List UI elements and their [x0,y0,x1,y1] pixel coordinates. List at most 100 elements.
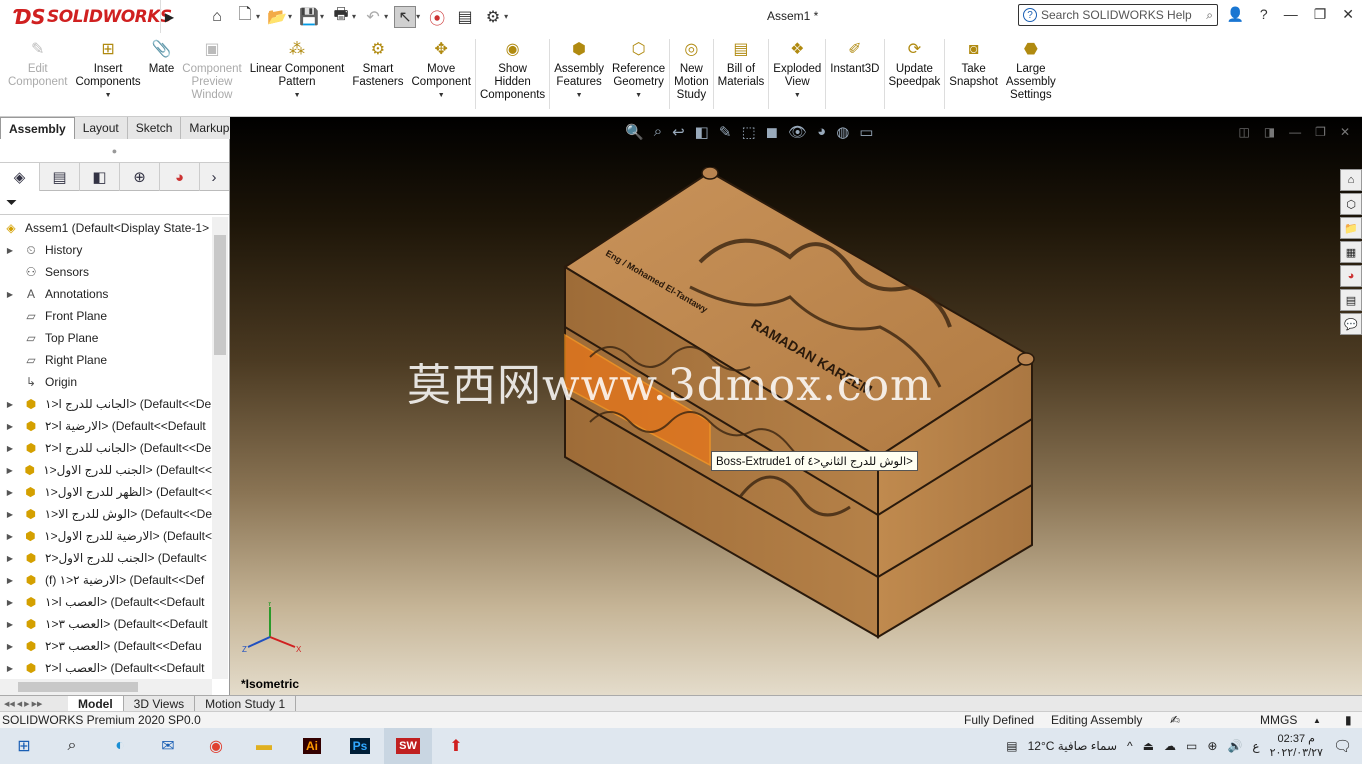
apply-scene-icon[interactable]: ◍ [836,123,849,141]
viewport-close-icon[interactable]: ✕ [1340,125,1350,139]
tree-item[interactable]: ▶ ⬢ الارضية ا<٢> (Default<<Default [0,415,212,437]
clock[interactable]: 02:37 م ٢٠٢٢/٠٣/٢٧ [1270,732,1323,760]
new-dropdown-icon[interactable]: ▾ [256,12,260,21]
tab-layout[interactable]: Layout [74,117,128,139]
units-dropdown-icon[interactable]: ▲ [1313,716,1321,725]
custom-properties-icon[interactable]: ▤ [1340,289,1362,311]
open-dropdown-icon[interactable]: ▾ [288,12,292,21]
tree-vertical-scrollbar[interactable] [212,217,228,679]
traffic-light-icon[interactable]: ⦿ [426,6,448,28]
configuration-manager-tab-icon[interactable]: ◧ [80,163,120,191]
tree-item[interactable]: ▶ ⬢ العصب ا<١> (Default<<Default [0,591,212,613]
tree-item[interactable]: ▶ A Annotations [0,283,212,305]
print-icon[interactable]: 🖶 [330,6,352,28]
tree-item[interactable]: ▱ Right Plane [0,349,212,371]
ribbon-exploded-view-button[interactable]: ❖ Exploded View ▼ [769,33,825,102]
view-settings-icon[interactable]: ▭ [859,123,873,141]
minimize-icon[interactable]: — [1284,6,1298,23]
tree-item[interactable]: ▶ ⬢ الجنب للدرج الاول<١> (Default<< [0,459,212,481]
tab-sketch[interactable]: Sketch [127,117,182,139]
ribbon-move-component-button[interactable]: ✥ Move Component ▼ [408,33,475,102]
open-folder-icon[interactable]: 📂 [266,6,288,28]
expand-arrow-icon[interactable]: ▶ [4,246,16,255]
expand-arrow-icon[interactable]: ▶ [4,554,16,563]
save-dropdown-icon[interactable]: ▾ [320,12,324,21]
view-orientation-icon[interactable]: ⬚ [741,123,755,141]
tree-filter-icon[interactable]: ⏷ [0,191,229,215]
view-palette-icon[interactable]: ▦ [1340,241,1362,263]
help-search-field[interactable]: ? Search SOLIDWORKS Help ⌕ [1018,4,1218,26]
expand-arrow-icon[interactable]: ▶ [4,422,16,431]
horizontal-scroll-thumb[interactable] [18,682,138,692]
user-icon[interactable]: 👤 [1226,6,1243,23]
expand-arrow-icon[interactable]: ▶ [4,642,16,651]
bottom-tab-model[interactable]: Model [68,695,124,712]
feature-manager-tab-icon[interactable]: ◈ [0,163,40,191]
expand-arrow-icon[interactable]: ▶ [4,290,16,299]
file-explorer-icon[interactable]: ▬ [240,728,288,764]
network-globe-icon[interactable]: ⊕ [1207,739,1217,753]
home-icon[interactable]: ⌂ [206,6,228,28]
print-dropdown-icon[interactable]: ▾ [352,12,356,21]
tree-item[interactable]: ▶ ⬢ الارضية للدرج الاول<١> (Default< [0,525,212,547]
split-horizontal-icon[interactable]: ◫ [1238,125,1249,139]
tree-item[interactable]: ▶ ⏲ History [0,239,212,261]
solidworks-logo[interactable]: ƊS SOLIDWORKS [0,0,172,33]
expand-arrow-icon[interactable]: ▶ [4,466,15,475]
tree-item[interactable]: ▶ ⬢ (f) الارضية ٢<١> (Default<<Def [0,569,212,591]
tree-item[interactable]: ↳ Origin [0,371,212,393]
property-manager-tab-icon[interactable]: ▤ [40,163,80,191]
tree-item[interactable]: ▶ ⬢ الجنب للدرج الاول<٢> (Default< [0,547,212,569]
ribbon-instant3d-button[interactable]: ✐ Instant3D [826,33,883,76]
tree-item[interactable]: ⚇ Sensors [0,261,212,283]
previous-view-icon[interactable]: ↩ [672,123,685,141]
tree-item[interactable]: ▶ ⬢ العصب ا<٢> (Default<<Default [0,657,212,679]
options-dropdown-icon[interactable]: ▾ [504,12,508,21]
ribbon-edit-component-button[interactable]: ✎ Edit Component [4,33,71,89]
edge-browser-icon[interactable]: ◐ [96,728,144,764]
customize-status-icon[interactable]: ▮ [1345,713,1352,727]
acrobat-icon[interactable]: ⬆ [432,728,480,764]
expand-arrow-icon[interactable]: ▶ [4,444,16,453]
ribbon-reference-geometry-button[interactable]: ⬡ Reference Geometry ▼ [608,33,669,102]
news-icon[interactable]: ▤ [1006,739,1017,753]
expand-arrow-icon[interactable]: ▶ [4,664,16,673]
options-gear-icon[interactable]: ⚙ [482,6,504,28]
mail-icon[interactable]: ✉ [144,728,192,764]
help-icon[interactable]: ? [1260,6,1268,23]
split-vertical-icon[interactable]: ◨ [1264,125,1275,139]
ribbon-dropdown-icon[interactable]: ▼ [438,89,445,102]
dynamic-annotation-icon[interactable]: ✎ [719,123,732,141]
expand-arrow-icon[interactable]: ▶ [4,532,16,541]
ribbon-smart-fasteners-button[interactable]: ⚙ Smart Fasteners [348,33,407,89]
expand-arrow-icon[interactable]: ▶ [4,576,16,585]
expand-arrow-icon[interactable]: ▶ [4,488,16,497]
tree-item[interactable]: ▶ ⬢ الجانب للدرج ا<٢> (Default<<De [0,437,212,459]
new-document-icon[interactable]: 🗋 [234,6,256,28]
design-library-icon[interactable]: ⬡ [1340,193,1362,215]
search-magnifier-icon[interactable]: ⌕ [1206,8,1213,23]
panel-splitter[interactable]: ● [0,139,229,163]
save-icon[interactable]: 💾 [298,6,320,28]
edit-appearance-icon[interactable]: ◕ [817,123,826,141]
expand-arrow-icon[interactable]: ▶ [4,620,16,629]
tray-overflow-icon[interactable]: ^ [1127,739,1133,753]
zoom-area-icon[interactable]: ⌕ [654,123,662,141]
viewport-restore-icon[interactable]: ❐ [1315,125,1326,139]
wooden-box-model[interactable]: Eng / Mohamed El-Tantawy RAMADAN KAREEM [550,167,1110,667]
undo-icon[interactable]: ↶ [362,6,384,28]
unit-system[interactable]: MMGS [1260,713,1297,727]
expand-menu-icon[interactable]: ▶ [160,0,178,33]
solidworks-taskbar-icon[interactable]: SW [384,728,432,764]
onedrive-icon[interactable]: ☁ [1164,739,1176,753]
display-manager-tab-icon[interactable]: ◕ [160,163,200,191]
select-dropdown-icon[interactable]: ▾ [416,12,420,21]
tree-item[interactable]: ▶ ⬢ الظهر للدرج الاول<١> (Default<< [0,481,212,503]
restore-icon[interactable]: ❐ [1314,6,1327,23]
tree-item[interactable]: ▶ ⬢ الوش للدرج الا<١> (Default<<De [0,503,212,525]
tab-assembly[interactable]: Assembly [0,117,75,139]
dimxpert-tab-icon[interactable]: ⊕ [120,163,160,191]
ribbon-dropdown-icon[interactable]: ▼ [576,89,583,102]
ribbon-dropdown-icon[interactable]: ▼ [294,89,301,102]
ribbon-dropdown-icon[interactable]: ▼ [794,89,801,102]
